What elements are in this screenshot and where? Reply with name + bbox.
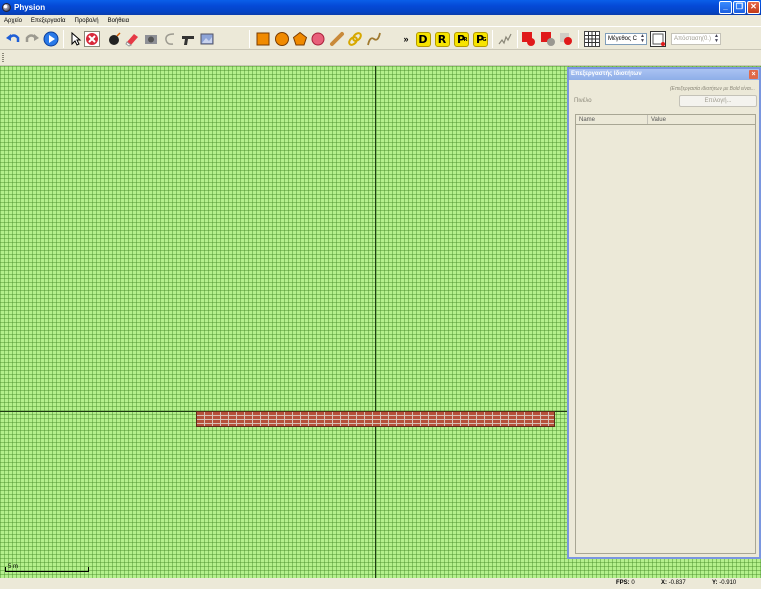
brush-row: Πινέλο Επιλογή... [569, 95, 759, 109]
rope-icon[interactable] [162, 31, 178, 47]
spring-icon[interactable] [497, 31, 513, 47]
prismatic-joint-icon[interactable]: PR [453, 31, 469, 47]
property-editor-panel: Επεξεργαστής Ιδιοτήτων × (Επεξεργασία ιδ… [567, 67, 761, 559]
gun-icon[interactable] [180, 31, 196, 47]
title-bar: Physion _ ❐ ✕ [0, 0, 761, 15]
chain-tool-icon[interactable] [347, 31, 363, 47]
pointer-icon[interactable] [67, 31, 83, 47]
more-tools-chevron-icon[interactable]: » [398, 31, 414, 47]
restore-button[interactable]: ❐ [733, 1, 746, 14]
select-button[interactable]: Επιλογή... [679, 95, 757, 107]
undo-icon[interactable] [5, 31, 21, 47]
close-button[interactable]: ✕ [747, 1, 760, 14]
menu-edit[interactable]: Επεξεργασία [27, 18, 71, 24]
image-icon[interactable] [199, 31, 215, 47]
x-coordinate-readout: X: -0.837 [661, 580, 686, 586]
polygon-tool-icon[interactable] [292, 31, 308, 47]
fixed-joint-icon[interactable] [521, 31, 537, 47]
delete-icon[interactable] [84, 31, 100, 47]
weld-joint-icon[interactable] [540, 31, 556, 47]
ball-tool-icon[interactable] [310, 31, 326, 47]
menu-bar: Αρχείο Επεξεργασία Προβολή Βοήθεια [0, 15, 761, 26]
fps-readout: FPS: 0 [616, 580, 635, 586]
snap-toggle-icon[interactable] [650, 31, 666, 47]
distance-joint-icon[interactable]: D [415, 31, 431, 47]
circle-tool-icon[interactable] [274, 31, 290, 47]
y-axis-line [375, 66, 376, 578]
camera-icon[interactable] [143, 31, 159, 47]
menu-file[interactable]: Αρχείο [0, 18, 27, 24]
redo-icon[interactable] [24, 31, 40, 47]
window-controls: _ ❐ ✕ [719, 1, 760, 14]
status-bar: FPS: 0 X: -0.837 Y: -0.910 [0, 578, 761, 589]
menu-view[interactable]: Προβολή [71, 18, 104, 24]
brush-label: Πινέλο [574, 98, 592, 104]
pulley-joint-icon[interactable]: PG [472, 31, 488, 47]
y-coordinate-readout: Y: -0.910 [712, 580, 737, 586]
menu-help[interactable]: Βοήθεια [104, 18, 135, 24]
column-value[interactable]: Value [648, 115, 666, 124]
size-select[interactable]: Μέγεθος C ▲ ▼ [605, 33, 647, 45]
bomb-icon[interactable] [106, 31, 122, 47]
distance-field[interactable]: Απόσταση(0.) ▲ ▼ [671, 33, 721, 45]
scale-label: 5 m [8, 564, 19, 570]
window-title: Physion [14, 3, 46, 12]
rectangle-tool-icon[interactable] [255, 31, 271, 47]
grid-toggle-icon[interactable] [584, 31, 600, 47]
column-name[interactable]: Name [576, 115, 648, 124]
revolute-joint-icon[interactable]: R [434, 31, 450, 47]
panel-hint: (Επεξεργασία ιδιοτήτων με Bold είναι... [669, 86, 755, 92]
curve-tool-icon[interactable] [366, 31, 382, 47]
eraser-icon[interactable] [124, 31, 140, 47]
panel-close-icon[interactable]: × [749, 70, 758, 79]
minimize-button[interactable]: _ [719, 1, 732, 14]
play-icon[interactable] [43, 31, 59, 47]
scale-bar: 5 m [5, 564, 89, 572]
panel-title: Επεξεργαστής Ιδιοτήτων × [569, 69, 759, 80]
main-toolbar: » D R PR PG Μέγεθος C ▲ ▼ Απόσταση(0.) ▲ ▼ [0, 26, 761, 50]
gear-joint-icon[interactable] [558, 31, 574, 47]
toolbar-grip-icon[interactable] [2, 53, 4, 63]
property-table-header: Name Value [576, 115, 755, 125]
secondary-toolbar [0, 50, 761, 66]
property-table[interactable]: Name Value [575, 114, 756, 554]
stick-tool-icon[interactable] [329, 31, 345, 47]
brick-ground-body[interactable] [196, 411, 555, 427]
physion-app-icon [2, 3, 11, 12]
